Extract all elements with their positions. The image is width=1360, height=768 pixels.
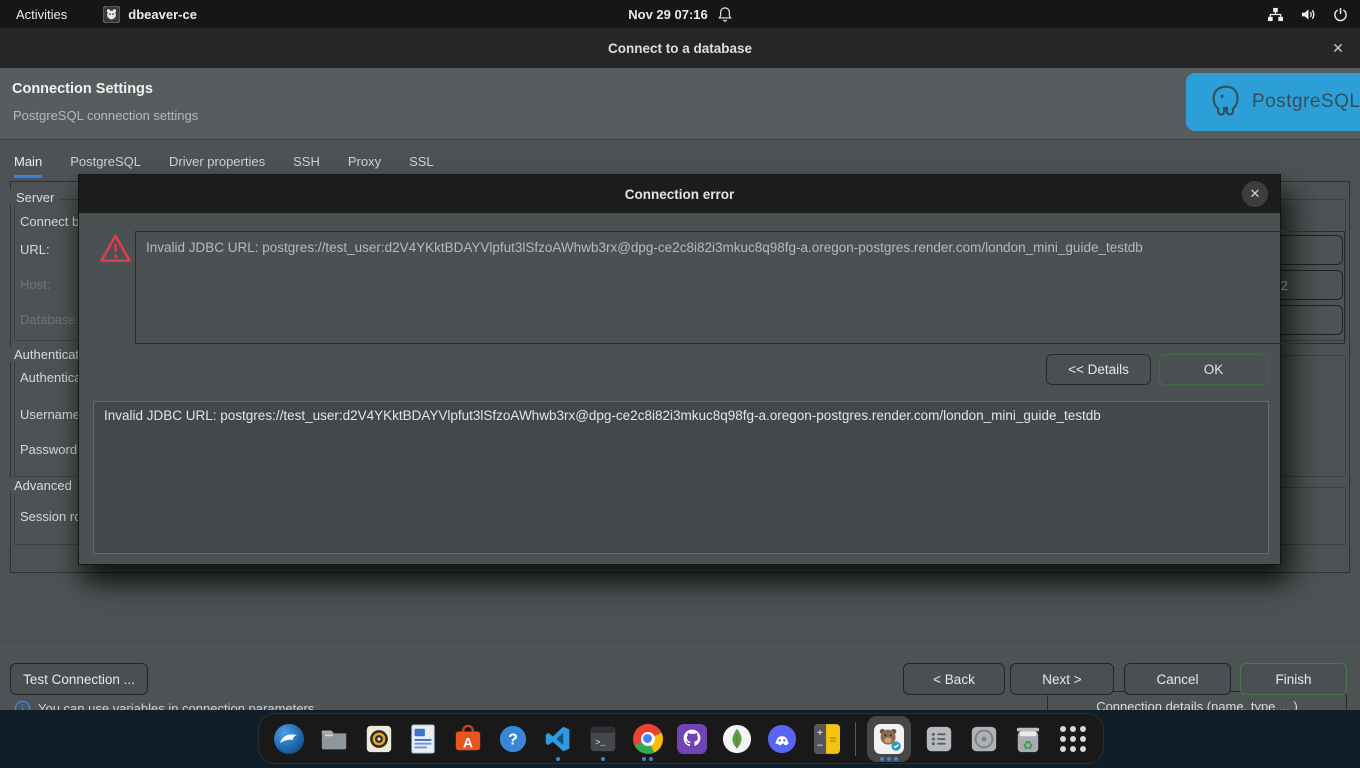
app-name-label: dbeaver-ce bbox=[128, 7, 197, 22]
dock-item-rhythmbox[interactable] bbox=[362, 716, 396, 762]
dock-item-dbeaver[interactable] bbox=[867, 716, 911, 762]
page-subtitle: PostgreSQL connection settings bbox=[13, 108, 198, 123]
dock-item-help[interactable]: ? bbox=[496, 716, 530, 762]
dock-item-terminal[interactable]: >_ bbox=[586, 716, 620, 762]
dock-item-chrome[interactable] bbox=[631, 716, 665, 762]
power-icon bbox=[1333, 7, 1348, 22]
focused-app-menu[interactable]: dbeaver-ce bbox=[103, 6, 197, 23]
svg-text:>_: >_ bbox=[595, 738, 606, 748]
dock-item-trash[interactable]: ♻ bbox=[1011, 716, 1045, 762]
top-bar: Activities dbeaver-ce Nov 29 07:16 bbox=[0, 0, 1360, 28]
dock-item-boxes[interactable] bbox=[922, 716, 956, 762]
clock-menu[interactable]: Nov 29 07:16 bbox=[628, 7, 708, 22]
rhythmbox-icon bbox=[364, 724, 394, 754]
dock-item-github-desktop[interactable] bbox=[675, 716, 709, 762]
ubuntu-software-icon: A bbox=[453, 724, 483, 754]
page-title: Connection Settings bbox=[12, 81, 153, 97]
discord-icon bbox=[767, 724, 797, 754]
window-close-button[interactable]: ✕ bbox=[1330, 40, 1346, 56]
writer-icon bbox=[409, 724, 437, 754]
wizard-header: Connection Settings PostgreSQL connectio… bbox=[0, 68, 1360, 140]
connection-error-dialog: Connection error ✕ Invalid JDBC URL: pos… bbox=[78, 174, 1281, 565]
activities-button[interactable]: Activities bbox=[16, 7, 67, 22]
github-icon bbox=[677, 724, 707, 754]
buttonbar-separator bbox=[0, 641, 1360, 642]
url-label: URL: bbox=[20, 242, 50, 257]
dock-item-thunderbird[interactable] bbox=[272, 716, 306, 762]
svg-text:♻: ♻ bbox=[1023, 738, 1034, 752]
window-titlebar[interactable]: Connect to a database ✕ bbox=[0, 28, 1360, 68]
svg-text:=: = bbox=[829, 732, 836, 746]
connect-by-label: Connect by bbox=[20, 214, 86, 229]
dbeaver-active-highlight bbox=[867, 716, 911, 762]
svg-text:?: ? bbox=[508, 731, 518, 748]
system-status-menu[interactable] bbox=[1267, 0, 1348, 28]
host-label: Host: bbox=[20, 277, 50, 292]
volume-icon bbox=[1300, 7, 1317, 22]
database-label: Database: bbox=[20, 312, 79, 327]
error-message-text: Invalid JDBC URL: postgres://test_user:d… bbox=[146, 240, 1143, 255]
disc-icon bbox=[969, 724, 999, 754]
test-connection-button[interactable]: Test Connection ... bbox=[10, 663, 148, 695]
username-label: Username bbox=[20, 407, 80, 422]
cancel-button[interactable]: Cancel bbox=[1124, 663, 1231, 695]
mongodb-icon bbox=[722, 724, 752, 754]
back-button[interactable]: < Back bbox=[903, 663, 1005, 695]
dbeaver-app-icon bbox=[103, 6, 120, 23]
error-warning-icon bbox=[99, 233, 132, 269]
boxes-icon bbox=[924, 724, 954, 754]
error-dialog-close-button[interactable]: ✕ bbox=[1242, 181, 1268, 207]
error-details-textarea[interactable]: Invalid JDBC URL: postgres://test_user:d… bbox=[93, 401, 1269, 554]
postgresql-elephant-icon bbox=[1204, 80, 1248, 124]
app-grid-icon bbox=[1060, 726, 1086, 752]
details-toggle-button[interactable]: << Details bbox=[1046, 354, 1151, 385]
svg-text:A: A bbox=[463, 734, 473, 750]
calculator-icon: +−= bbox=[814, 724, 840, 754]
dock-item-calculator[interactable]: +−= bbox=[810, 716, 844, 762]
files-icon bbox=[319, 724, 349, 754]
dock: A ? >_ +−= ♻ bbox=[258, 713, 1104, 764]
dock-item-disc-burner[interactable] bbox=[967, 716, 1001, 762]
dock-item-discord[interactable] bbox=[765, 716, 799, 762]
error-dialog-title: Connection error bbox=[625, 187, 735, 202]
dock-item-files[interactable] bbox=[317, 716, 351, 762]
password-label: Password bbox=[20, 442, 77, 457]
error-dialog-titlebar[interactable]: Connection error bbox=[79, 175, 1280, 213]
dock-item-ubuntu-software[interactable]: A bbox=[451, 716, 485, 762]
tab-main[interactable]: Main bbox=[14, 154, 42, 178]
postgresql-logo-label: PostgreSQL bbox=[1252, 91, 1360, 113]
error-message-box: Invalid JDBC URL: postgres://test_user:d… bbox=[135, 231, 1345, 344]
window-title: Connect to a database bbox=[608, 41, 752, 56]
trash-icon: ♻ bbox=[1014, 724, 1042, 754]
postgresql-logo: PostgreSQL bbox=[1186, 73, 1360, 131]
ok-button[interactable]: OK bbox=[1159, 354, 1268, 385]
next-button[interactable]: Next > bbox=[1010, 663, 1114, 695]
help-icon: ? bbox=[498, 724, 528, 754]
desktop-strip: A ? >_ +−= ♻ bbox=[0, 710, 1360, 768]
svg-text:+: + bbox=[817, 728, 823, 739]
dock-separator bbox=[855, 722, 856, 756]
svg-text:−: − bbox=[817, 740, 823, 751]
advanced-group-label: Advanced bbox=[8, 478, 78, 493]
dock-item-vscode[interactable] bbox=[541, 716, 575, 762]
dock-item-mongodb[interactable] bbox=[720, 716, 754, 762]
dbeaver-icon bbox=[874, 724, 904, 754]
vscode-icon bbox=[544, 725, 572, 753]
notification-bell-icon bbox=[718, 6, 732, 22]
finish-button[interactable]: Finish bbox=[1240, 663, 1347, 695]
terminal-icon: >_ bbox=[589, 725, 617, 753]
dock-item-app-grid[interactable] bbox=[1056, 716, 1090, 762]
thunderbird-icon bbox=[273, 723, 305, 755]
network-icon bbox=[1267, 7, 1284, 22]
chrome-icon bbox=[633, 724, 663, 754]
dock-item-libreoffice-writer[interactable] bbox=[406, 716, 440, 762]
server-group-label: Server bbox=[10, 190, 60, 205]
